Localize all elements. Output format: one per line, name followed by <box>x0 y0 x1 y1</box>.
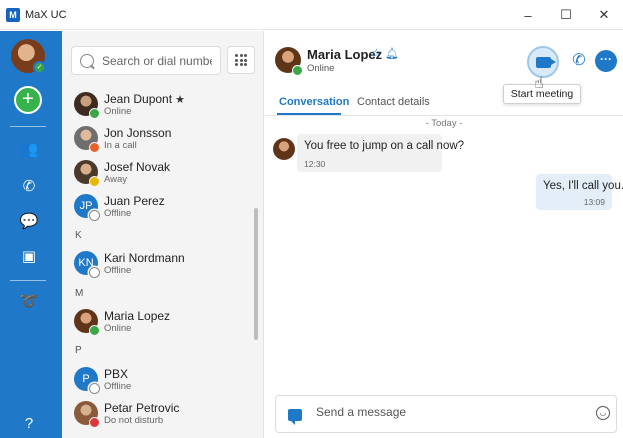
section-letter: P <box>75 345 82 356</box>
video-camera-icon <box>535 56 556 68</box>
contact-status: Offline <box>104 265 132 276</box>
window-controls: – ☐ ✕ <box>509 0 623 30</box>
tab-conversation[interactable]: Conversation <box>279 96 349 108</box>
maximize-button[interactable]: ☐ <box>547 0 585 30</box>
favorite-star-icon: ★ <box>175 94 185 106</box>
active-tab-indicator <box>277 113 341 115</box>
favorite-star-icon[interactable]: ☆ <box>371 46 382 60</box>
dialpad-icon <box>235 54 247 66</box>
message-text: You free to jump on a call now? <box>304 140 465 152</box>
contact-item[interactable]: P PBX Offline <box>62 365 252 399</box>
list-scrollbar[interactable] <box>254 208 258 340</box>
search-input[interactable] <box>102 53 212 68</box>
search-icon <box>80 53 94 68</box>
contact-status: Offline <box>104 208 132 219</box>
contact-name: Jean Dupont ★ <box>104 92 185 106</box>
close-button[interactable]: ✕ <box>585 0 623 30</box>
contact-item[interactable]: Maria Lopez Online <box>62 307 252 341</box>
contact-status: Offline <box>104 381 132 392</box>
tab-contact-details[interactable]: Contact details <box>357 96 430 108</box>
presence-busy-icon <box>89 142 100 153</box>
new-action-button[interactable]: + <box>14 86 42 114</box>
contact-status: Online <box>307 63 335 74</box>
contact-name: Petar Petrovic <box>104 401 180 415</box>
presence-offline-icon <box>89 267 100 278</box>
notification-bell-icon[interactable]: 🔔︎ <box>385 47 399 60</box>
nav-rail: ✓ + 👥 ✆ 💬 ▣ ➰ ? <box>0 31 62 438</box>
presence-offline-icon <box>89 383 100 394</box>
phone-icon[interactable]: ✆ <box>18 176 40 198</box>
title-bar: M MaX UC – ☐ ✕ <box>0 0 623 30</box>
presence-online-icon <box>89 325 100 336</box>
outgoing-message[interactable]: Yes, I'll call you. 13:09 <box>536 174 623 210</box>
contact-name: PBX <box>104 367 129 381</box>
contact-name: Jon Jonsson <box>104 126 172 140</box>
contact-status: Away <box>104 174 128 185</box>
contact-status: Online <box>104 106 132 117</box>
window-title: MaX UC <box>25 8 67 21</box>
contact-item[interactable]: Josef Novak Away <box>62 158 252 192</box>
hand-cursor-icon: ☝ <box>534 75 544 92</box>
message-text: Yes, I'll call you. <box>543 180 623 192</box>
contact-list-panel: Jean Dupont★ Online Jon Jonsson In a cal… <box>62 31 264 438</box>
presence-dnd-icon <box>89 417 100 428</box>
message-time: 12:30 <box>304 159 326 169</box>
contacts-icon[interactable]: 👥 <box>18 139 40 161</box>
app-logo-icon: M <box>6 7 20 22</box>
voicemail-icon[interactable]: ➰ <box>18 291 40 313</box>
contact-item[interactable]: Jean Dupont ★ Online <box>62 90 252 124</box>
presence-online-icon <box>292 65 303 76</box>
date-separator: - Today - <box>425 118 463 129</box>
contact-item[interactable]: KN Kari Nordmann Offline <box>62 249 252 283</box>
dialpad-button[interactable] <box>227 46 255 74</box>
presence-online-icon <box>89 108 100 119</box>
contact-name: Josef Novak <box>104 160 171 174</box>
minimize-button[interactable]: – <box>509 0 547 30</box>
incoming-message[interactable]: You free to jump on a call now? 12:30 <box>297 134 464 172</box>
contact-name: Kari Nordmann <box>104 251 185 265</box>
meeting-icon[interactable]: ▣ <box>18 246 40 268</box>
contact-name: Maria Lopez <box>104 309 171 323</box>
chat-icon[interactable]: 💬 <box>18 211 40 233</box>
more-options-button[interactable]: ··· <box>595 50 617 72</box>
contact-status: In a call <box>104 140 137 151</box>
section-letter: K <box>75 230 82 241</box>
message-format-icon[interactable] <box>288 409 302 425</box>
rail-divider <box>10 280 46 281</box>
avatar <box>273 138 295 160</box>
help-icon[interactable]: ? <box>18 413 40 435</box>
conversation-header: Maria Lopez ☆ 🔔︎ Online ✆ ··· Start meet… <box>265 31 623 116</box>
user-presence-icon: ✓ <box>33 61 46 74</box>
message-input[interactable] <box>316 405 576 419</box>
contact-name: Juan Perez <box>104 194 165 208</box>
section-letter: M <box>75 288 84 299</box>
contact-status: Online <box>104 323 132 334</box>
emoji-icon[interactable]: ◡ <box>596 406 610 420</box>
message-time: 13:09 <box>583 197 605 207</box>
call-button[interactable]: ✆ <box>567 49 591 73</box>
contact-item[interactable]: JP Juan Perez Offline <box>62 192 252 226</box>
presence-away-icon <box>89 176 100 187</box>
search-box[interactable] <box>71 46 221 75</box>
rail-divider <box>10 126 46 127</box>
contact-item[interactable]: Jon Jonsson In a call <box>62 124 252 158</box>
contact-status: Do not disturb <box>104 415 164 426</box>
presence-offline-icon <box>89 210 100 221</box>
conversation-panel: Maria Lopez ☆ 🔔︎ Online ✆ ··· Start meet… <box>265 31 623 438</box>
message-composer[interactable]: ◡ <box>275 395 617 433</box>
contact-item[interactable]: Petar Petrovic Do not disturb <box>62 399 252 433</box>
